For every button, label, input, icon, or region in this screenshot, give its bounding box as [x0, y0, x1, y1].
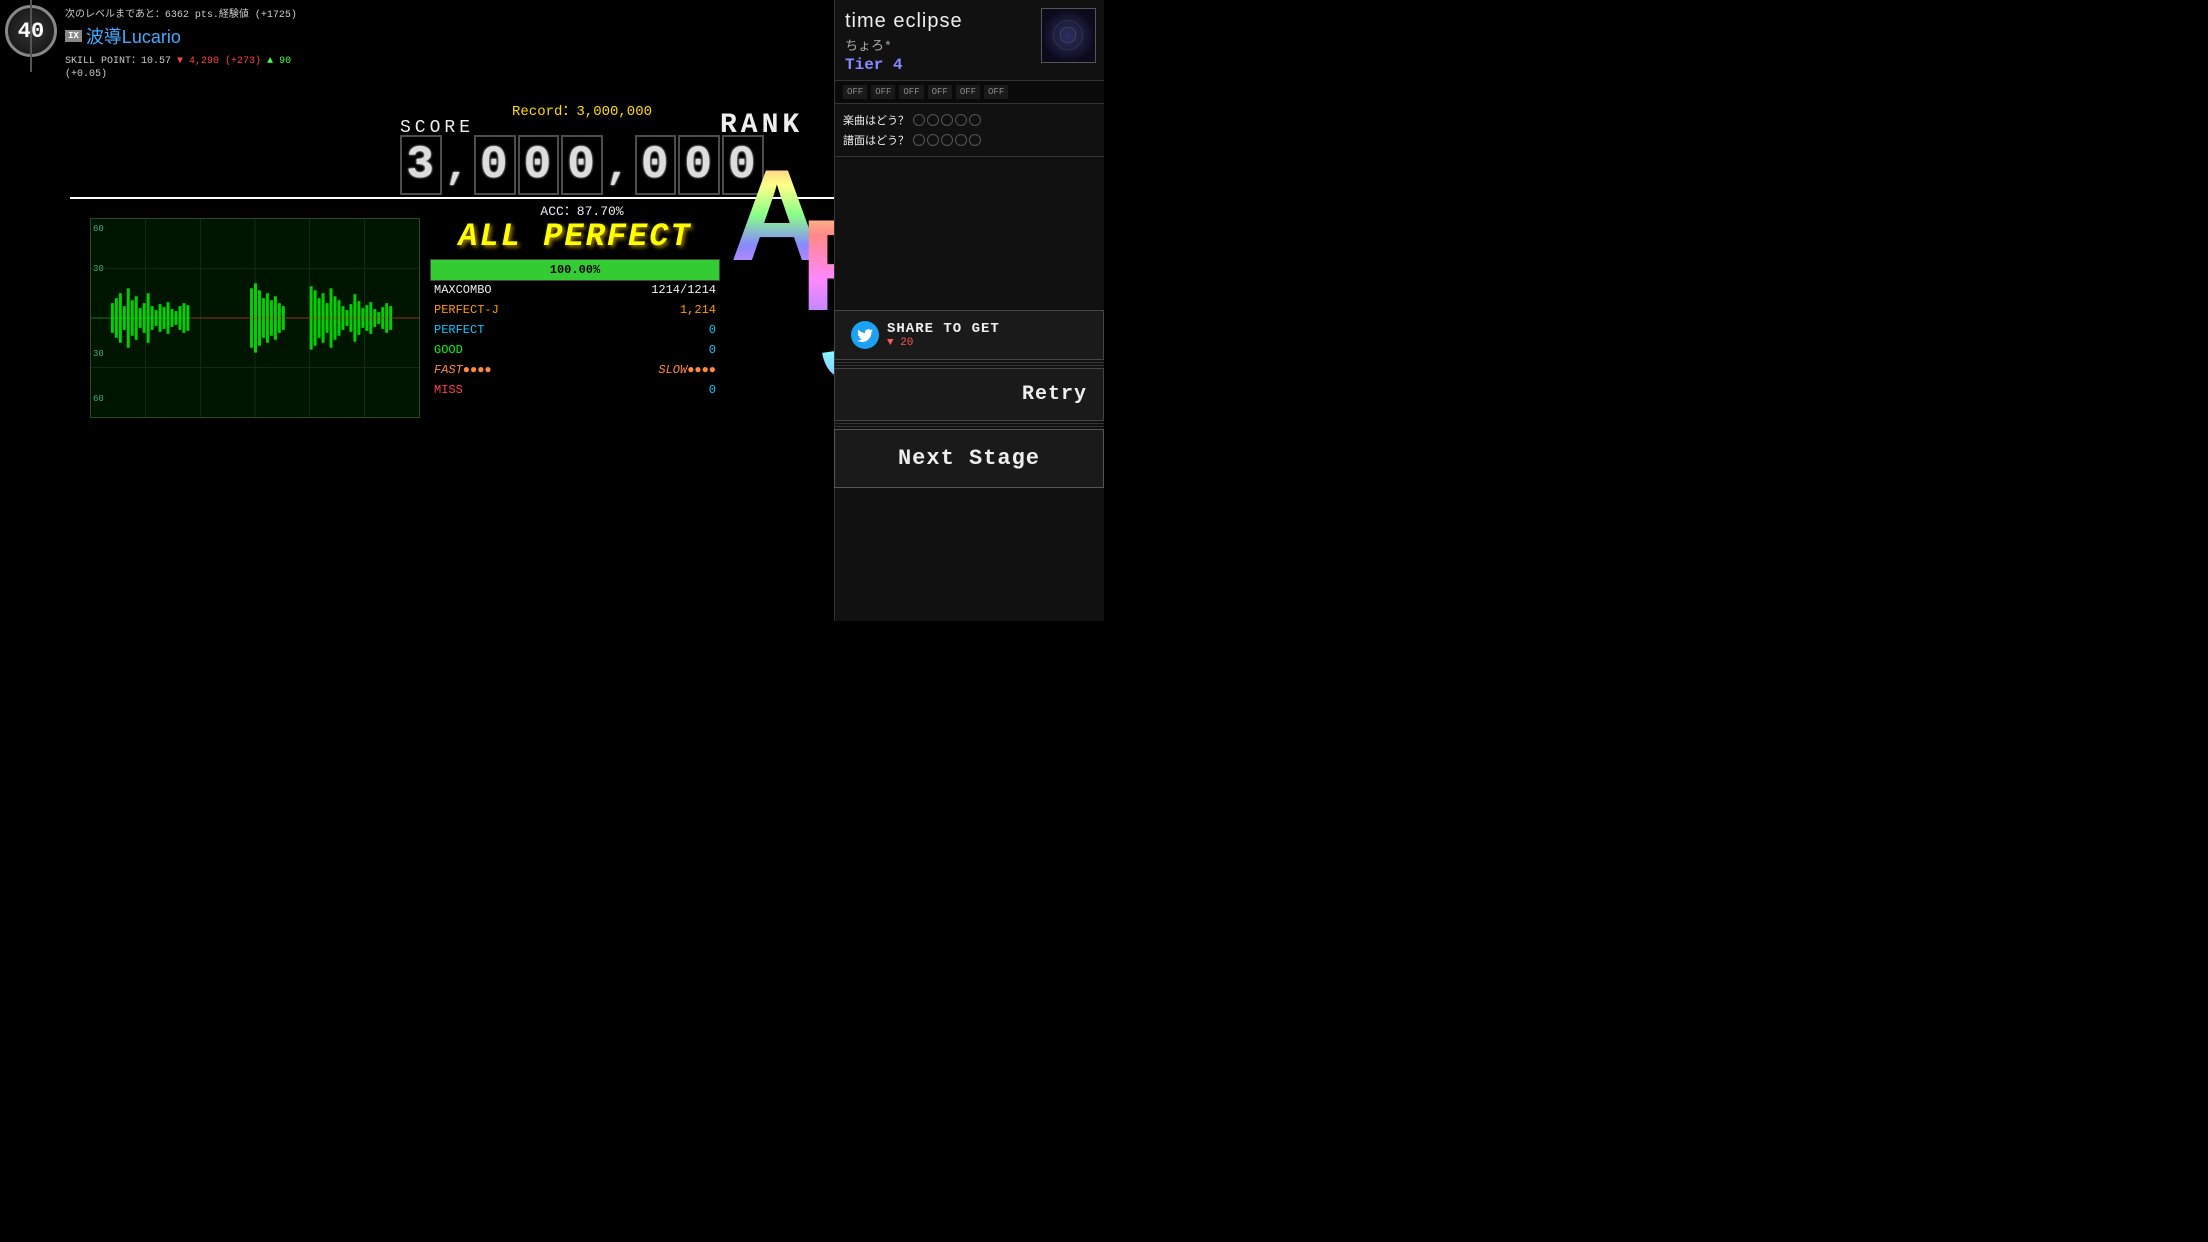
progress-bar-fill: 100.00% — [431, 260, 719, 280]
perfect-value: 0 — [709, 323, 716, 337]
circle-3[interactable] — [941, 114, 953, 126]
option-1: OFF — [843, 85, 867, 99]
feedback-music-label: 楽曲はどう？ — [843, 112, 909, 128]
player-name-row: IX 波導Lucario — [65, 23, 297, 49]
feedback-music-circles — [913, 114, 981, 126]
progress-bar-text: 100.00% — [550, 263, 600, 277]
digit-0d: 0 — [635, 135, 677, 195]
skill-delta: (+0.05) — [65, 69, 297, 80]
share-text-group: SHARE TO GET ▼ 20 — [887, 321, 1000, 349]
comma-2: , — [606, 146, 632, 195]
divider-3 — [834, 423, 1104, 424]
option-6: OFF — [984, 85, 1008, 99]
circle-2[interactable] — [927, 114, 939, 126]
retry-button[interactable]: Retry — [834, 368, 1104, 421]
retry-text: Retry — [1022, 383, 1087, 406]
perfectj-value: 1,214 — [680, 303, 716, 317]
skill-up: ▲ 90 — [267, 56, 291, 67]
level-number: 40 — [18, 19, 44, 44]
player-name: 波導Lucario — [86, 23, 181, 49]
option-5: OFF — [956, 85, 980, 99]
circle-7[interactable] — [927, 134, 939, 146]
player-info: 40 次のレベルまであと：6362 pts.経験値 (+1725) IX 波導L… — [5, 5, 297, 80]
perfectj-label: PERFECT-J — [434, 303, 499, 317]
options-bar: OFF OFF OFF OFF OFF OFF — [835, 80, 1104, 104]
slow-label: SLOW●●●● — [658, 363, 716, 377]
stat-row-perfectj: PERFECT-J 1,214 — [430, 300, 720, 320]
progress-bar-container: 100.00% — [430, 259, 720, 281]
maxcombo-label: MAXCOMBO — [434, 283, 492, 297]
digit-0b: 0 — [518, 135, 560, 195]
feedback-chart-row: 譜面はどう？ — [843, 130, 1096, 150]
right-buttons: SHARE TO GET ▼ 20 Retry Next Stage — [834, 310, 1104, 488]
graph-area: 60 30 30 60 — [90, 218, 420, 418]
digit-3: 3 — [400, 135, 442, 195]
option-4: OFF — [928, 85, 952, 99]
feedback-section: 楽曲はどう？ 譜面はどう？ — [835, 104, 1104, 157]
digit-0e: 0 — [678, 135, 720, 195]
miss-label: MISS — [434, 383, 463, 397]
stat-row-maxcombo: MAXCOMBO 1214/1214 — [430, 280, 720, 300]
divider-4 — [834, 426, 1104, 427]
good-label: GOOD — [434, 343, 463, 357]
digit-0c: 0 — [561, 135, 603, 195]
maxcombo-value: 1214/1214 — [651, 283, 716, 297]
level-circle: 40 — [5, 5, 57, 57]
ix-badge: IX — [65, 30, 82, 42]
stat-row-perfect: PERFECT 0 — [430, 320, 720, 340]
share-main-text: SHARE TO GET — [887, 321, 1000, 337]
comma-1: , — [445, 146, 471, 195]
circle-9[interactable] — [955, 134, 967, 146]
circle-5[interactable] — [969, 114, 981, 126]
good-value: 0 — [709, 343, 716, 357]
skill-delta-text: (+0.05) — [65, 69, 107, 80]
option-2: OFF — [871, 85, 895, 99]
miss-value: 0 — [709, 383, 716, 397]
skill-row: SKILL POINT：10.57 ▼ 4,290 (+273) ▲ 90 — [65, 51, 297, 67]
stat-row-miss: MISS 0 — [430, 380, 720, 400]
feedback-chart-label: 譜面はどう？ — [843, 132, 909, 148]
right-panel: time eclipse ちょろ* Tier 4 OFF OFF OFF OFF… — [834, 0, 1104, 621]
next-level-text: 次のレベルまであと：6362 pts.経験値 (+1725) — [65, 5, 297, 21]
player-details: 次のレベルまであと：6362 pts.経験値 (+1725) IX 波導Luca… — [65, 5, 297, 80]
perfect-label: PERFECT — [434, 323, 484, 337]
next-stage-button[interactable]: Next Stage — [834, 429, 1104, 488]
circle-6[interactable] — [913, 134, 925, 146]
divider-2 — [834, 365, 1104, 366]
song-thumbnail — [1041, 8, 1096, 63]
fast-label: FAST●●●● — [434, 363, 492, 377]
twitter-icon — [851, 321, 879, 349]
rank-label: RANK — [720, 110, 803, 141]
circle-8[interactable] — [941, 134, 953, 146]
skill-label: SKILL POINT：10.57 — [65, 56, 171, 67]
share-sub-text: ▼ 20 — [887, 337, 1000, 349]
stat-row-fastslew: FAST●●●● SLOW●●●● — [430, 360, 720, 380]
all-perfect-text: ALL PERFECT — [430, 218, 720, 255]
next-stage-text: Next Stage — [898, 446, 1040, 471]
feedback-chart-circles — [913, 134, 981, 146]
skill-down: ▼ 4,290 (+273) — [177, 56, 261, 67]
feedback-music-row: 楽曲はどう？ — [843, 110, 1096, 130]
circle-1[interactable] — [913, 114, 925, 126]
all-perfect-banner: ALL PERFECT 100.00% — [430, 218, 720, 281]
option-3: OFF — [899, 85, 923, 99]
circle-10[interactable] — [969, 134, 981, 146]
digit-0a: 0 — [474, 135, 516, 195]
stat-row-good: GOOD 0 — [430, 340, 720, 360]
waveform-svg — [91, 219, 419, 417]
divider-1 — [834, 362, 1104, 363]
stats-section: MAXCOMBO 1214/1214 PERFECT-J 1,214 PERFE… — [430, 280, 720, 400]
share-button[interactable]: SHARE TO GET ▼ 20 — [834, 310, 1104, 360]
circle-4[interactable] — [955, 114, 967, 126]
